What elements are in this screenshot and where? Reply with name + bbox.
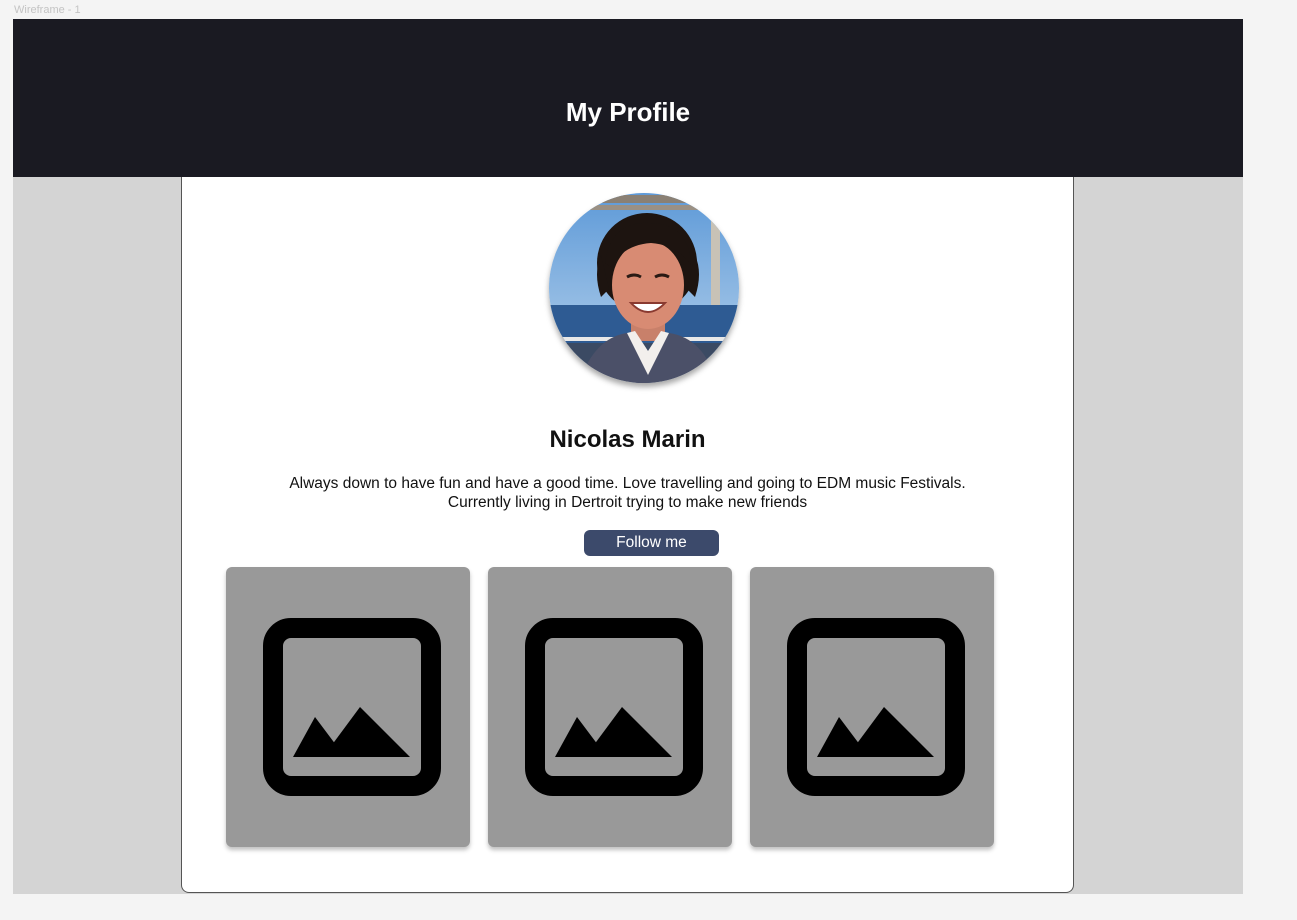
gallery-tile-3[interactable]: [750, 567, 994, 847]
bio-line-2: Currently living in Dertroit trying to m…: [447, 494, 808, 511]
image-placeholder-icon: [787, 618, 965, 796]
follow-button[interactable]: Follow me: [584, 530, 719, 556]
profile-bio: Always down to have fun and have a good …: [222, 474, 1033, 512]
bio-line-1: Always down to have fun and have a good …: [289, 475, 966, 492]
profile-photo-icon: [549, 193, 739, 383]
profile-name: Nicolas Marin: [549, 426, 706, 453]
profile-card: Nicolas Marin Always down to have fun an…: [181, 177, 1074, 893]
image-placeholder-icon: [263, 618, 441, 796]
gallery-tile-2[interactable]: [488, 567, 732, 847]
wireframe-canvas: My Profile Nicolas Marin Always down to …: [13, 19, 1243, 894]
frame-label: Wireframe - 1: [14, 4, 81, 16]
page-header: My Profile: [13, 19, 1243, 177]
photo-gallery: [226, 567, 996, 847]
image-placeholder-icon: [525, 618, 703, 796]
page-title: My Profile: [565, 97, 691, 127]
avatar[interactable]: [549, 193, 739, 383]
gallery-tile-1[interactable]: [226, 567, 470, 847]
